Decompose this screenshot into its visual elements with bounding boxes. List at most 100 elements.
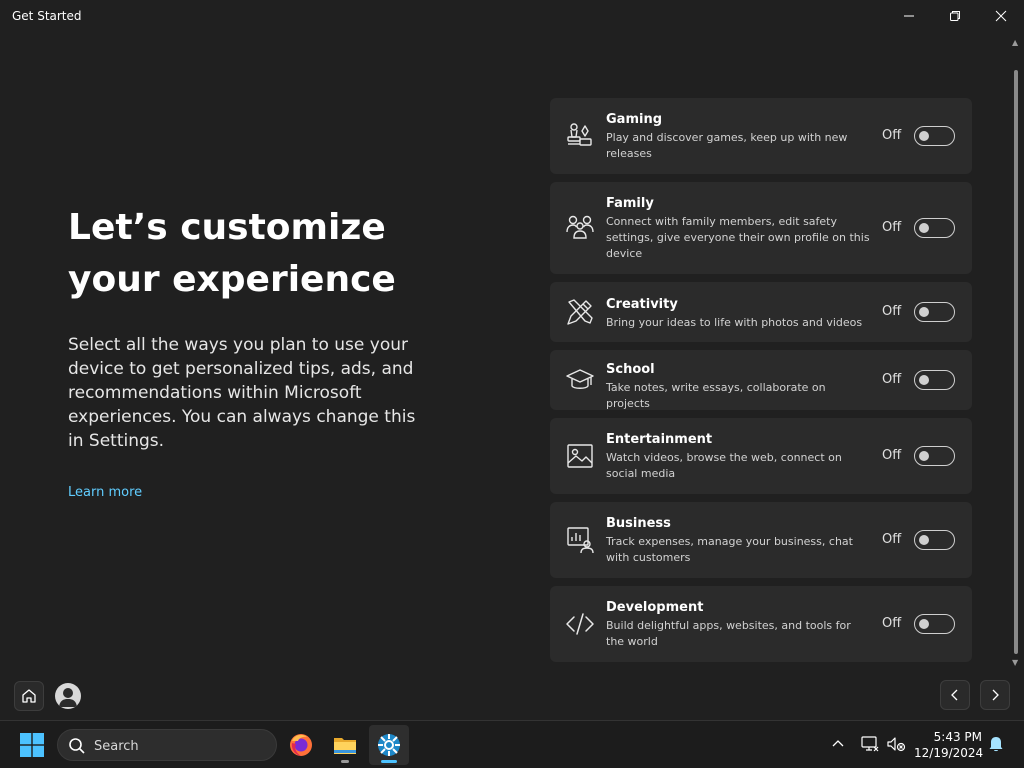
- home-icon: [22, 689, 36, 703]
- taskbar-app-file-explorer[interactable]: [325, 725, 365, 765]
- business-toggle[interactable]: [914, 530, 955, 550]
- taskbar-clock[interactable]: 5:43 PM 12/19/2024: [914, 729, 984, 761]
- entertainment-toggle[interactable]: [914, 446, 955, 466]
- toggle-knob: [919, 535, 929, 545]
- clock-date: 12/19/2024: [914, 746, 984, 760]
- clock-time: 5:43 PM: [933, 730, 982, 744]
- toggle-state-label: Off: [882, 304, 902, 319]
- family-icon: [565, 211, 595, 241]
- taskbar: 5:43 PM 12/19/2024: [0, 720, 1024, 768]
- category-card-family[interactable]: Family Connect with family members, edit…: [550, 182, 972, 274]
- toggle-knob: [919, 619, 929, 629]
- restore-button[interactable]: [932, 0, 978, 32]
- category-description: Watch videos, browse the web, connect on…: [606, 451, 842, 480]
- avatar-icon: [59, 688, 77, 707]
- category-title: Entertainment: [606, 432, 713, 447]
- restore-icon: [950, 11, 960, 21]
- gaming-icon: [565, 120, 595, 150]
- category-text: Entertainment Watch videos, browse the w…: [606, 431, 870, 482]
- scrollbar-thumb[interactable]: [1014, 70, 1018, 654]
- category-description: Bring your ideas to life with photos and…: [606, 316, 863, 329]
- category-text: Gaming Play and discover games, keep up …: [606, 111, 870, 162]
- school-toggle[interactable]: [914, 370, 955, 390]
- category-card-entertainment[interactable]: Entertainment Watch videos, browse the w…: [550, 418, 972, 494]
- category-description: Connect with family members, edit safety…: [606, 215, 870, 260]
- entertainment-icon: [565, 441, 595, 471]
- category-card-development[interactable]: Development Build delightful apps, websi…: [550, 586, 972, 662]
- scrollbar[interactable]: ▲ ▼: [1008, 32, 1024, 672]
- gaming-toggle[interactable]: [914, 126, 955, 146]
- close-icon: [995, 10, 1007, 22]
- scroll-down-arrow-icon[interactable]: ▼: [1012, 658, 1018, 667]
- category-description: Play and discover games, keep up with ne…: [606, 131, 848, 160]
- notifications-button[interactable]: [988, 735, 1004, 753]
- bell-icon: [989, 737, 1003, 752]
- development-toggle[interactable]: [914, 614, 955, 634]
- minimize-button[interactable]: [886, 0, 932, 32]
- category-card-school[interactable]: School Take notes, write essays, collabo…: [550, 350, 972, 410]
- category-text: Creativity Bring your ideas to life with…: [606, 296, 870, 331]
- scroll-up-arrow-icon[interactable]: ▲: [1012, 38, 1018, 47]
- family-toggle[interactable]: [914, 218, 955, 238]
- window-title: Get Started: [12, 9, 82, 23]
- toggle-state-label: Off: [882, 448, 902, 463]
- chevron-up-icon: [832, 740, 844, 747]
- category-title: Family: [606, 196, 654, 211]
- toggle-state-label: Off: [882, 616, 902, 631]
- school-icon: [565, 365, 595, 395]
- category-card-gaming[interactable]: Gaming Play and discover games, keep up …: [550, 98, 972, 174]
- business-icon: [565, 525, 595, 555]
- toggle-knob: [919, 131, 929, 141]
- page-description: Select all the ways you plan to use your…: [68, 335, 416, 451]
- active-indicator: [381, 760, 397, 763]
- home-button[interactable]: [14, 681, 44, 711]
- category-text: Business Track expenses, manage your bus…: [606, 515, 870, 566]
- category-title: Creativity: [606, 297, 678, 312]
- start-button[interactable]: [14, 731, 50, 759]
- toggle-state-label: Off: [882, 532, 902, 547]
- taskbar-app-get-started[interactable]: [369, 725, 409, 765]
- toggle-state-label: Off: [882, 128, 902, 143]
- chevron-right-icon: [992, 689, 999, 701]
- toggle-knob: [919, 307, 929, 317]
- minimize-icon: [904, 15, 914, 17]
- running-indicator: [341, 760, 349, 763]
- creativity-icon: [565, 297, 595, 327]
- category-description: Track expenses, manage your business, ch…: [606, 535, 853, 564]
- title-bar: Get Started: [0, 0, 1024, 32]
- category-title: Business: [606, 516, 671, 531]
- file-explorer-icon: [334, 738, 356, 754]
- chevron-left-icon: [951, 689, 958, 701]
- taskbar-search[interactable]: [57, 729, 277, 761]
- windows-logo-icon: [20, 733, 44, 757]
- volume-button[interactable]: [886, 734, 906, 754]
- network-icon: [861, 736, 879, 752]
- search-input[interactable]: [94, 736, 264, 756]
- category-text: Development Build delightful apps, websi…: [606, 599, 870, 650]
- close-button[interactable]: [978, 0, 1024, 32]
- category-card-creativity[interactable]: Creativity Bring your ideas to life with…: [550, 282, 972, 342]
- next-button[interactable]: [980, 680, 1010, 710]
- development-icon: [565, 609, 595, 639]
- category-text: School Take notes, write essays, collabo…: [606, 361, 870, 412]
- toggle-state-label: Off: [882, 372, 902, 387]
- volume-muted-icon: [887, 737, 906, 752]
- toggle-state-label: Off: [882, 220, 902, 235]
- taskbar-app-firefox[interactable]: [281, 725, 321, 765]
- category-card-business[interactable]: Business Track expenses, manage your bus…: [550, 502, 972, 578]
- learn-more-link[interactable]: Learn more: [68, 485, 142, 500]
- category-title: School: [606, 362, 655, 377]
- category-title: Development: [606, 600, 704, 615]
- creativity-toggle[interactable]: [914, 302, 955, 322]
- search-icon: [69, 738, 85, 754]
- toggle-knob: [919, 375, 929, 385]
- get-started-icon: [378, 734, 400, 756]
- previous-button[interactable]: [940, 680, 970, 710]
- show-hidden-icons-button[interactable]: [828, 733, 848, 755]
- category-description: Build delightful apps, websites, and too…: [606, 619, 851, 648]
- user-avatar-button[interactable]: [55, 683, 81, 709]
- category-title: Gaming: [606, 112, 663, 127]
- network-status-button[interactable]: [860, 734, 880, 754]
- toggle-knob: [919, 223, 929, 233]
- toggle-knob: [919, 451, 929, 461]
